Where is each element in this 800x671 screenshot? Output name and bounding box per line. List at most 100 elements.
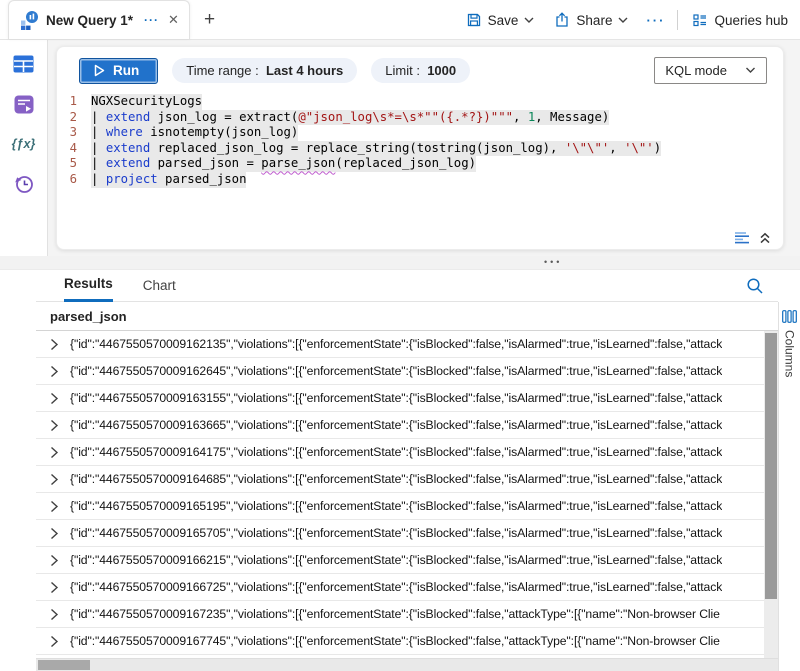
results-rows: {"id":"4467550570009162135","violations"… <box>36 331 764 658</box>
table-row[interactable]: {"id":"4467550570009162135","violations"… <box>36 331 764 358</box>
tab-close-icon[interactable]: ✕ <box>168 12 179 28</box>
editor-line[interactable]: 5 | extend parsed_json = parse_json(repl… <box>57 156 783 172</box>
editor-line[interactable]: 2 | extend json_log = extract(@"json_log… <box>57 110 783 126</box>
query-area: {ƒx} Run Time range : Last 4 hou <box>0 40 800 256</box>
more-commands-icon[interactable]: ··· <box>642 13 669 28</box>
splitter-grip-icon[interactable]: ••• <box>544 257 562 267</box>
run-button[interactable]: Run <box>79 58 158 84</box>
table-row[interactable]: {"id":"4467550570009166215","violations"… <box>36 547 764 574</box>
editor-line[interactable]: 3 | where isnotempty(json_log) <box>57 125 783 141</box>
editor-line[interactable]: 4 | extend replaced_json_log = replace_s… <box>57 141 783 157</box>
divider <box>677 10 678 30</box>
column-header-parsed-json[interactable]: parsed_json <box>36 302 778 331</box>
line-code: | extend json_log = extract(@"json_log\s… <box>91 110 609 126</box>
row-expand-chevron-icon[interactable] <box>50 338 59 351</box>
editor-line[interactable]: 1 NGXSecurityLogs <box>57 94 783 110</box>
time-range-pill[interactable]: Time range : Last 4 hours <box>172 58 357 83</box>
editor-panel: Run Time range : Last 4 hours Limit : 10… <box>48 40 800 256</box>
row-json-value: {"id":"4467550570009167745","violations"… <box>70 634 720 648</box>
limit-value: 1000 <box>427 63 456 78</box>
row-expand-chevron-icon[interactable] <box>50 500 59 513</box>
row-expand-chevron-icon[interactable] <box>50 419 59 432</box>
table-row[interactable]: {"id":"4467550570009162645","violations"… <box>36 358 764 385</box>
run-label: Run <box>113 63 139 78</box>
share-label: Share <box>576 13 612 28</box>
line-code: | where isnotempty(json_log) <box>91 125 298 141</box>
table-row[interactable]: {"id":"4467550570009164685","violations"… <box>36 466 764 493</box>
line-number: 6 <box>57 172 91 188</box>
columns-icon <box>782 310 797 323</box>
tab-results[interactable]: Results <box>64 276 113 302</box>
row-expand-chevron-icon[interactable] <box>50 392 59 405</box>
columns-panel-toggle[interactable]: Columns <box>778 302 800 671</box>
row-json-value: {"id":"4467550570009163155","violations"… <box>70 391 722 405</box>
row-json-value: {"id":"4467550570009163665","violations"… <box>70 418 722 432</box>
line-number: 3 <box>57 125 91 141</box>
kql-mode-select[interactable]: KQL mode <box>654 57 767 84</box>
row-expand-chevron-icon[interactable] <box>50 473 59 486</box>
tab-more-icon[interactable]: ··· <box>144 13 159 27</box>
adx-query-icon <box>19 10 39 30</box>
kql-mode-value: KQL mode <box>665 63 727 78</box>
row-expand-chevron-icon[interactable] <box>50 608 59 621</box>
line-code: NGXSecurityLogs <box>91 94 202 110</box>
tab-title: New Query 1* <box>46 13 133 28</box>
query-lines-icon <box>734 231 752 244</box>
search-results-button[interactable] <box>746 277 764 300</box>
editor-line[interactable]: 6 | project parsed_json <box>57 172 783 188</box>
table-row[interactable]: {"id":"4467550570009167745","violations"… <box>36 628 764 655</box>
collapse-editor-button[interactable] <box>734 231 771 244</box>
table-row[interactable]: {"id":"4467550570009164175","violations"… <box>36 439 764 466</box>
row-expand-chevron-icon[interactable] <box>50 365 59 378</box>
line-code: | extend parsed_json = parse_json(replac… <box>91 156 476 172</box>
share-button[interactable]: Share <box>548 8 634 32</box>
row-json-value: {"id":"4467550570009165705","violations"… <box>70 526 722 540</box>
line-number: 2 <box>57 110 91 126</box>
functions-icon[interactable]: {ƒx} <box>12 132 36 156</box>
row-expand-chevron-icon[interactable] <box>50 527 59 540</box>
time-range-value: Last 4 hours <box>266 63 343 78</box>
row-expand-chevron-icon[interactable] <box>50 446 59 459</box>
pane-splitter[interactable]: ••• <box>0 256 800 270</box>
queries-hub-icon <box>692 12 708 28</box>
save-button[interactable]: Save <box>460 8 541 32</box>
tables-icon[interactable] <box>12 52 36 76</box>
line-code: | extend replaced_json_log = replace_str… <box>91 141 661 157</box>
table-row[interactable]: {"id":"4467550570009165705","violations"… <box>36 520 764 547</box>
left-rail: {ƒx} <box>0 40 48 256</box>
row-json-value: {"id":"4467550570009162645","violations"… <box>70 364 722 378</box>
search-icon <box>746 277 764 295</box>
row-json-value: {"id":"4467550570009162135","violations"… <box>70 337 722 351</box>
line-code: | project parsed_json <box>91 172 246 188</box>
horizontal-scrollbar-thumb[interactable] <box>38 660 90 670</box>
table-row[interactable]: {"id":"4467550570009163665","violations"… <box>36 412 764 439</box>
query-tab[interactable]: New Query 1* ··· ✕ <box>8 0 190 39</box>
double-chevron-up-icon <box>759 232 771 244</box>
row-json-value: {"id":"4467550570009167235","violations"… <box>70 607 720 621</box>
limit-pill[interactable]: Limit : 1000 <box>371 58 470 83</box>
row-json-value: {"id":"4467550570009164685","violations"… <box>70 472 722 486</box>
kql-editor[interactable]: 1 NGXSecurityLogs 2 | extend json_log = … <box>57 92 783 188</box>
row-json-value: {"id":"4467550570009165195","violations"… <box>70 499 722 513</box>
table-row[interactable]: {"id":"4467550570009163155","violations"… <box>36 385 764 412</box>
query-history-icon[interactable] <box>12 172 36 196</box>
saved-queries-icon[interactable] <box>12 92 36 116</box>
row-expand-chevron-icon[interactable] <box>50 554 59 567</box>
query-toolbar: Run Time range : Last 4 hours Limit : 10… <box>57 47 783 92</box>
tab-chart[interactable]: Chart <box>143 278 176 301</box>
chevron-down-icon <box>618 17 628 24</box>
editor-lines: 1 NGXSecurityLogs 2 | extend json_log = … <box>57 94 783 188</box>
horizontal-scrollbar[interactable] <box>36 658 778 671</box>
new-tab-button[interactable]: + <box>190 0 229 39</box>
top-tab-bar: New Query 1* ··· ✕ + Save Share ··· <box>0 0 800 40</box>
vertical-scrollbar[interactable] <box>764 331 778 658</box>
table-row[interactable]: {"id":"4467550570009167235","violations"… <box>36 601 764 628</box>
table-row[interactable]: {"id":"4467550570009166725","violations"… <box>36 574 764 601</box>
queries-hub-button[interactable]: Queries hub <box>686 8 794 32</box>
table-row[interactable]: {"id":"4467550570009165195","violations"… <box>36 493 764 520</box>
row-expand-chevron-icon[interactable] <box>50 635 59 648</box>
vertical-scrollbar-thumb[interactable] <box>765 333 777 599</box>
share-icon <box>554 12 570 28</box>
run-play-icon <box>94 64 105 77</box>
row-expand-chevron-icon[interactable] <box>50 581 59 594</box>
